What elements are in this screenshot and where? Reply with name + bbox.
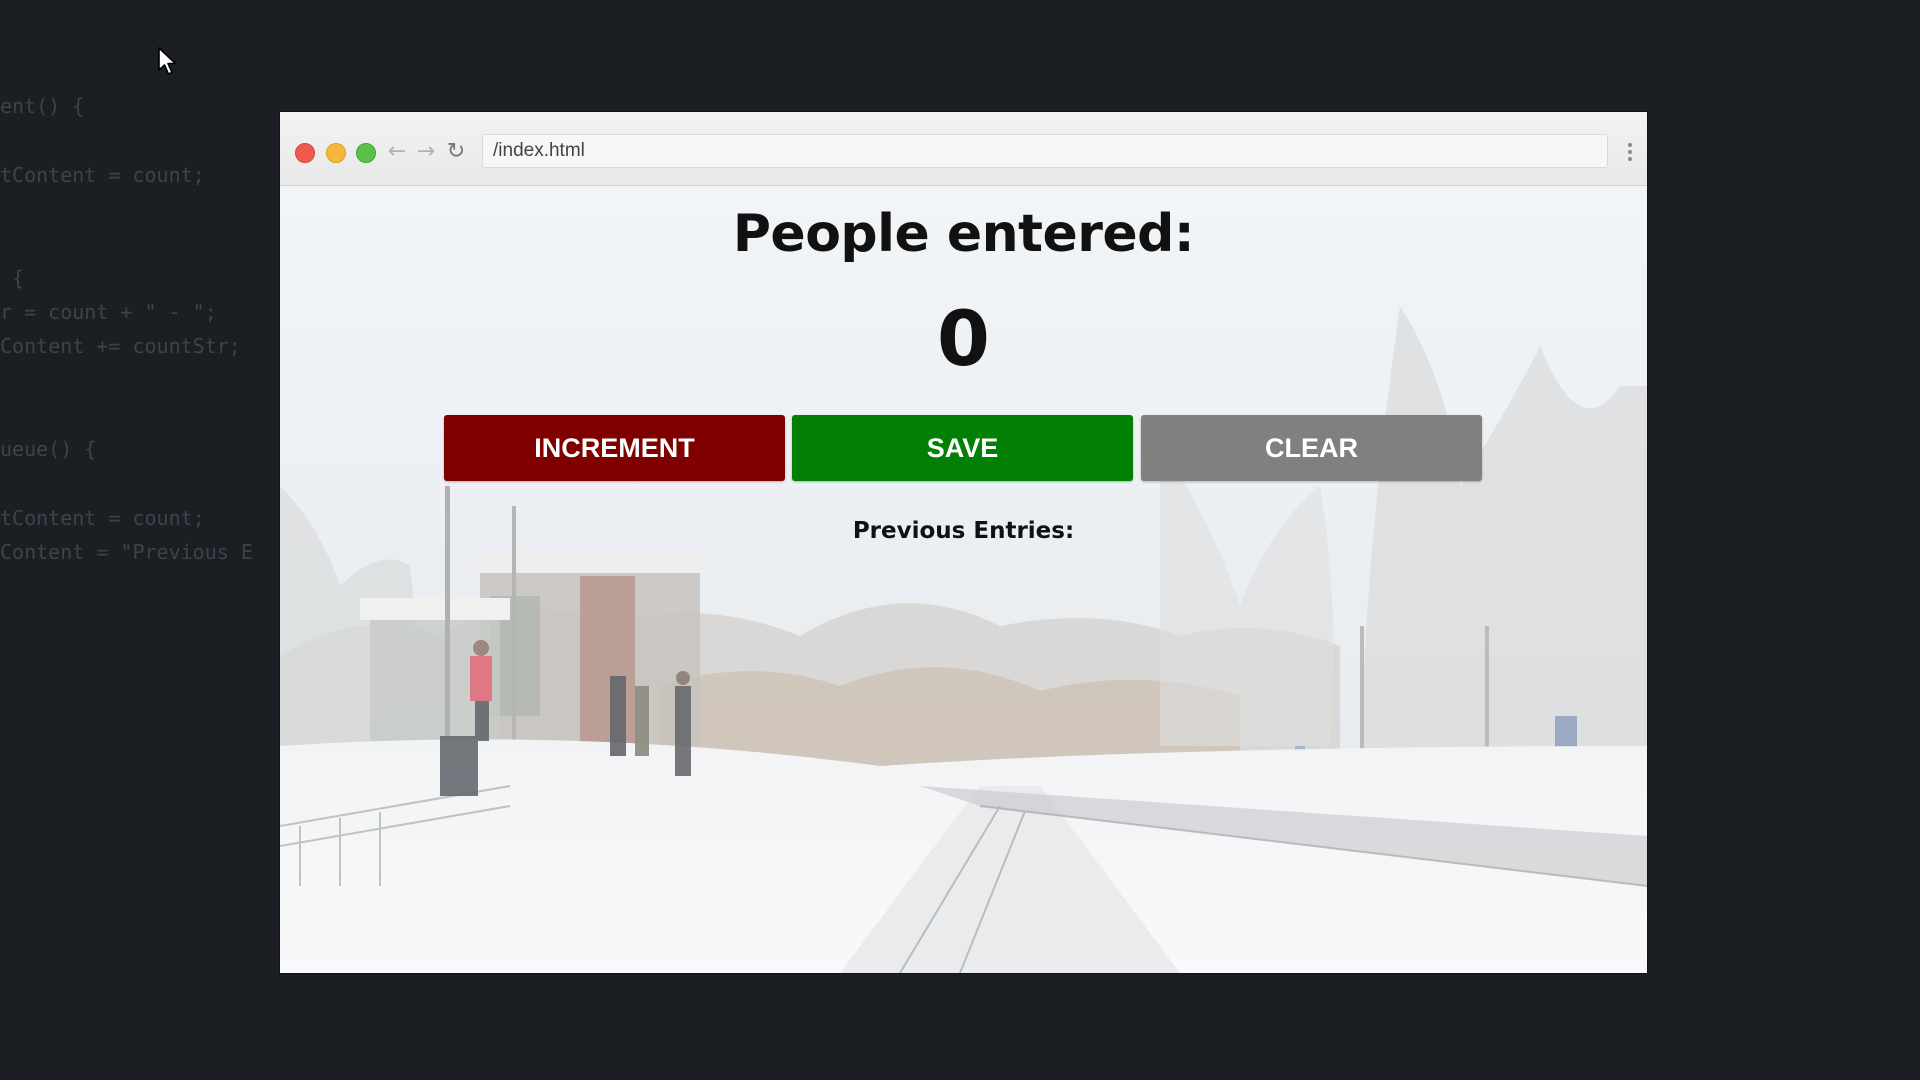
save-button[interactable]: SAVE xyxy=(792,415,1133,481)
code-line: ueue() { xyxy=(0,437,97,461)
page-viewport: People entered: 0 INCREMENT SAVE CLEAR P… xyxy=(280,186,1647,973)
kebab-menu-icon[interactable] xyxy=(1625,140,1635,164)
previous-entries-label: Previous Entries: xyxy=(852,518,1075,544)
page-content: People entered: 0 INCREMENT SAVE CLEAR P… xyxy=(280,186,1647,973)
increment-button[interactable]: INCREMENT xyxy=(444,415,785,481)
window-close-button[interactable] xyxy=(295,143,315,163)
count-display: 0 xyxy=(937,294,990,383)
browser-window: ← → ↻ /index.html People entered: 0 INCR… xyxy=(280,112,1647,973)
code-line: Content += countStr; xyxy=(0,334,241,358)
code-line: ent() { xyxy=(0,94,85,118)
forward-arrow-icon[interactable]: → xyxy=(413,139,439,165)
mouse-pointer-icon xyxy=(158,47,177,75)
code-line: tContent = count; xyxy=(0,163,205,187)
address-bar[interactable]: /index.html xyxy=(482,134,1608,168)
clear-button[interactable]: CLEAR xyxy=(1141,415,1482,481)
background-code-editor: ent() { tContent = count; { r = count + … xyxy=(0,80,290,600)
reload-icon[interactable]: ↻ xyxy=(443,139,469,165)
code-line: tContent = count; xyxy=(0,506,205,530)
code-line: { xyxy=(0,266,25,290)
address-bar-url: /index.html xyxy=(493,140,585,161)
code-line: r = count + " - "; xyxy=(0,300,217,324)
desktop-background: ent() { tContent = count; { r = count + … xyxy=(0,0,1920,1080)
back-arrow-icon[interactable]: ← xyxy=(384,139,410,165)
window-minimize-button[interactable] xyxy=(326,143,346,163)
window-maximize-button[interactable] xyxy=(356,143,376,163)
browser-toolbar: ← → ↻ /index.html xyxy=(280,112,1647,186)
page-title: People entered: xyxy=(732,204,1195,264)
code-line: Content = "Previous E xyxy=(0,540,253,564)
